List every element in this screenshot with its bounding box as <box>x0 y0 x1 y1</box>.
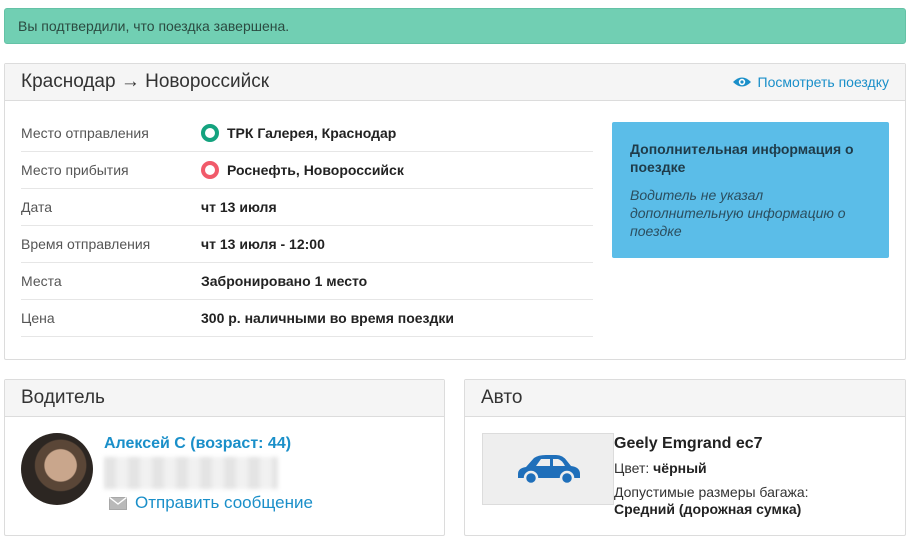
trip-panel-header: Краснодар → Новороссийск Посмотреть поез… <box>5 64 905 101</box>
row-seats: Места Забронировано 1 место <box>21 263 593 300</box>
car-model: Geely Emgrand ec7 <box>614 435 763 452</box>
row-label: Места <box>21 273 62 289</box>
row-departure-time: Время отправления чт 13 июля - 12:00 <box>21 226 593 263</box>
additional-info-title: Дополнительная информация о поездке <box>630 141 854 175</box>
row-arrival-place: Место прибытия Роснефть, Новороссийск <box>21 152 593 189</box>
redacted-phone <box>104 457 278 489</box>
row-label: Цена <box>21 310 55 326</box>
row-value: Забронировано 1 место <box>201 273 368 289</box>
row-label: Место отправления <box>21 125 149 141</box>
view-trip-link[interactable]: Посмотреть поездку <box>732 74 889 90</box>
trip-route-title: Краснодар → Новороссийск <box>21 71 270 92</box>
row-value: Роснефть, Новороссийск <box>227 162 404 178</box>
destination-marker-icon <box>201 161 219 179</box>
car-color-value: чёрный <box>653 460 707 476</box>
row-date: Дата чт 13 июля <box>21 189 593 226</box>
car-color-line: Цвет: чёрный <box>614 460 707 476</box>
view-trip-label: Посмотреть поездку <box>757 74 889 90</box>
car-luggage-value: Средний (дорожная сумка) <box>614 501 802 517</box>
car-color-label: Цвет: <box>614 460 650 476</box>
row-value: чт 13 июля - 12:00 <box>201 236 325 252</box>
additional-info-text: Водитель не указал дополнительную информ… <box>630 187 846 239</box>
row-value-wrap: Роснефть, Новороссийск <box>201 161 404 179</box>
driver-avatar[interactable] <box>21 433 93 505</box>
row-label: Место прибытия <box>21 162 129 178</box>
car-panel: Авто Geely Emgrand ec7 Цвет: чёрный Допу… <box>464 379 906 536</box>
row-value: ТРК Галерея, Краснодар <box>227 125 397 141</box>
row-value: 300 р. наличными во время поездки <box>201 310 455 326</box>
driver-name-link[interactable]: Алексей С (возраст: 44) <box>104 435 291 453</box>
row-departure-place: Место отправления ТРК Галерея, Краснодар <box>21 115 593 152</box>
row-value: чт 13 июля <box>201 199 277 215</box>
driver-panel: Водитель Алексей С (возраст: 44) Отправи… <box>4 379 445 536</box>
eye-icon <box>732 77 751 87</box>
origin-marker-icon <box>201 124 219 142</box>
trip-panel: Краснодар → Новороссийск Посмотреть поез… <box>4 63 906 360</box>
row-label: Время отправления <box>21 236 151 252</box>
car-image <box>482 433 614 505</box>
driver-panel-header: Водитель <box>5 380 444 417</box>
driver-panel-title: Водитель <box>21 387 105 408</box>
row-price: Цена 300 р. наличными во время поездки <box>21 300 593 337</box>
trip-details: Место отправления ТРК Галерея, Краснодар… <box>21 115 593 337</box>
envelope-icon <box>109 496 127 510</box>
send-message-link[interactable]: Отправить сообщение <box>109 493 313 513</box>
car-luggage-label: Допустимые размеры багажа: <box>614 484 809 500</box>
alert-text: Вы подтвердили, что поездка завершена. <box>18 18 290 34</box>
car-icon <box>518 455 580 486</box>
row-value-wrap: ТРК Галерея, Краснодар <box>201 124 396 142</box>
car-luggage-line: Средний (дорожная сумка) <box>614 501 801 517</box>
success-alert: Вы подтвердили, что поездка завершена. <box>4 8 906 44</box>
send-message-label: Отправить сообщение <box>135 493 313 512</box>
row-label: Дата <box>21 199 53 215</box>
car-panel-title: Авто <box>481 387 523 408</box>
car-panel-header: Авто <box>465 380 905 417</box>
additional-info-box: Дополнительная информация о поездке Води… <box>612 122 889 258</box>
